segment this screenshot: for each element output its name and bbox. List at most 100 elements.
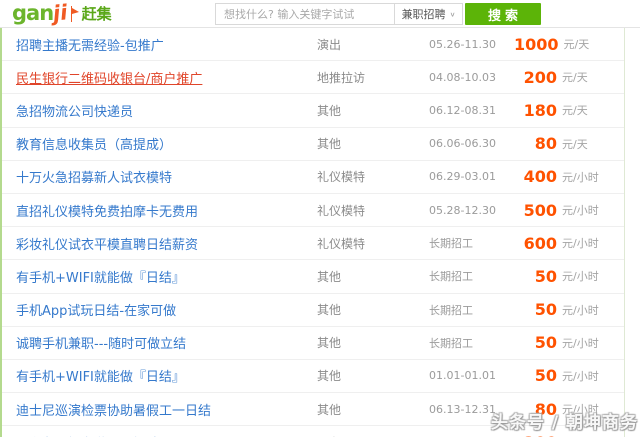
job-title-link[interactable]: 招聘主播无需经验-包推广: [16, 39, 164, 54]
job-price-cell: 400 元/小时: [514, 167, 624, 186]
job-price-cell: 500 元/小时: [514, 201, 624, 220]
job-date-range: 04.08-10.03: [429, 70, 496, 84]
job-row: 急招物流公司快递员 其他 06.12-08.31 180 元/天: [2, 94, 624, 128]
job-title-link[interactable]: 教育信息收集员（高提成）: [16, 138, 172, 153]
search-category-label: 兼职招聘: [401, 8, 446, 21]
search-category-dropdown[interactable]: 兼职招聘 ∨: [394, 4, 462, 24]
job-price-value: 180: [523, 100, 557, 120]
job-category: 地推拉访: [317, 70, 366, 85]
job-price-cell: 600 元/小时: [514, 234, 624, 253]
job-price-unit: 元/天: [563, 38, 590, 52]
job-price-unit: 元/小时: [562, 369, 599, 383]
job-price-unit: 元/小时: [562, 270, 599, 284]
job-price-cell: 180 元/天: [514, 101, 624, 120]
job-row: 有手机+WIFI就能做『日结』 其他 长期招工 50 元/小时: [2, 260, 624, 294]
job-price-cell: 50 元/小时: [514, 333, 624, 352]
job-title-link[interactable]: 迪士尼巡演检票协助暑假工一日结: [16, 404, 211, 419]
job-price-value: 80: [534, 399, 557, 419]
job-table: 招聘主播无需经验-包推广 演出 05.26-11.30 1000 元/天 民生银…: [0, 28, 625, 437]
job-title-cell: 手机App试玩日结-在家可做: [2, 300, 317, 319]
job-category: 其他: [317, 369, 342, 384]
job-price-value: 50: [534, 300, 557, 320]
job-price-value: 50: [534, 366, 557, 386]
job-date-range: 长期招工: [429, 336, 473, 350]
job-date-range: 06.06-06.30: [429, 137, 496, 151]
job-category: 其他: [317, 103, 342, 118]
job-price-cell: 50 元/小时: [514, 267, 624, 286]
job-category: 其他: [317, 269, 342, 284]
job-price-unit: 元/小时: [562, 303, 599, 317]
job-title-cell: 上海各区知名游乐场招聘汇: [2, 433, 317, 437]
job-price-value: 500: [523, 200, 557, 220]
job-date-range: 长期招工: [429, 270, 473, 284]
job-title-cell: 彩妆礼仪试衣平模直聘日结薪资: [2, 234, 317, 253]
job-category: 演出: [317, 37, 342, 52]
logo-text-gan: gan: [12, 1, 54, 25]
job-row: 迪士尼巡演检票协助暑假工一日结 其他 06.13-12.31 80 元/小时: [2, 393, 624, 427]
job-title-cell: 急招物流公司快递员: [2, 101, 317, 120]
job-price-unit: 元/天: [562, 104, 588, 118]
search-box: 兼职招聘 ∨: [215, 3, 463, 25]
job-title-cell: 教育信息收集员（高提成）: [2, 134, 317, 153]
job-price-cell: 1000 元/天: [514, 35, 626, 54]
flag-icon: [70, 6, 79, 22]
job-title-link[interactable]: 民生银行二维码收银台/商户推广: [16, 72, 202, 87]
job-category: 其他: [317, 336, 342, 351]
job-date-range: 长期招工: [429, 237, 473, 251]
job-title-link[interactable]: 有手机+WIFI就能做『日结』: [16, 370, 185, 385]
job-price-cell: 50 元/小时: [514, 300, 624, 319]
job-title-cell: 迪士尼巡演检票协助暑假工一日结: [2, 400, 317, 419]
job-date-range: 06.13-12.31: [429, 402, 496, 416]
logo-text-ji: ji: [51, 0, 69, 26]
ganji-logo[interactable]: gan ji 赶集: [0, 0, 112, 26]
job-row: 彩妆礼仪试衣平模直聘日结薪资 礼仪模特 长期招工 600 元/小时: [2, 227, 624, 261]
search-button[interactable]: 搜索: [465, 3, 541, 25]
job-price-unit: 元/小时: [562, 336, 599, 350]
search-input[interactable]: [216, 4, 394, 24]
job-category: 其他: [317, 402, 342, 417]
job-price-value: 1000: [514, 34, 559, 54]
job-title-cell: 有手机+WIFI就能做『日结』: [2, 267, 317, 286]
job-row: 有手机+WIFI就能做『日结』 其他 01.01-01.01 50 元/小时: [2, 360, 624, 394]
job-title-cell: 十万火急招募新人试衣模特: [2, 167, 317, 186]
job-price-unit: 元/小时: [562, 204, 599, 218]
job-price-value: 80: [534, 134, 557, 154]
job-date-range: 05.28-12.30: [429, 203, 496, 217]
job-title-link[interactable]: 急招物流公司快递员: [16, 105, 133, 120]
job-title-cell: 诚聘手机兼职---随时可做立结: [2, 333, 317, 352]
job-row: 招聘主播无需经验-包推广 演出 05.26-11.30 1000 元/天: [2, 28, 626, 62]
job-price-cell: 50 元/小时: [514, 366, 624, 385]
job-row: 民生银行二维码收银台/商户推广 地推拉访 04.08-10.03 200 元/天: [2, 61, 624, 95]
job-price-cell: 80 元/天: [514, 134, 624, 153]
job-row: 手机App试玩日结-在家可做 其他 长期招工 50 元/小时: [2, 294, 624, 327]
logo-text-chinese: 赶集: [81, 5, 112, 23]
job-date-range: 01.01-01.01: [429, 369, 496, 383]
job-date-range: 05.26-11.30: [429, 37, 496, 51]
job-title-link[interactable]: 直招礼仪模特免费拍摩卡无费用: [16, 205, 198, 220]
site-header: gan ji 赶集 兼职招聘 ∨ 搜索: [0, 0, 640, 28]
job-price-unit: 元/天: [562, 71, 588, 85]
job-category: 其他: [317, 303, 342, 318]
job-row: 诚聘手机兼职---随时可做立结 其他 长期招工 50 元/小时: [2, 327, 624, 360]
job-title-link[interactable]: 手机App试玩日结-在家可做: [16, 304, 176, 319]
job-row: 十万火急招募新人试衣模特 礼仪模特 06.29-03.01 400 元/小时: [2, 161, 624, 194]
job-price-unit: 元/小时: [562, 237, 599, 251]
job-row: 上海各区知名游乐场招聘汇 服务员 06.05-08.31 200 元/天: [2, 426, 624, 437]
chevron-down-icon: ∨: [449, 10, 456, 18]
job-title-link[interactable]: 有手机+WIFI就能做『日结』: [16, 271, 185, 286]
job-row: 直招礼仪模特免费拍摩卡无费用 礼仪模特 05.28-12.30 500 元/小时: [2, 194, 624, 228]
job-title-link[interactable]: 十万火急招募新人试衣模特: [16, 171, 172, 186]
job-price-unit: 元/小时: [562, 170, 599, 184]
job-price-cell: 80 元/小时: [514, 400, 624, 419]
job-title-link[interactable]: 彩妆礼仪试衣平模直聘日结薪资: [16, 238, 198, 253]
job-category: 礼仪模特: [317, 203, 366, 218]
job-title-cell: 民生银行二维码收银台/商户推广: [2, 68, 317, 87]
job-price-value: 50: [534, 266, 557, 286]
job-price-cell: 200 元/天: [514, 68, 624, 87]
job-date-range: 长期招工: [429, 303, 473, 317]
job-price-value: 200: [524, 433, 557, 437]
job-category: 其他: [317, 137, 342, 152]
job-date-range: 06.29-03.01: [429, 170, 496, 184]
job-title-link[interactable]: 诚聘手机兼职---随时可做立结: [16, 337, 186, 352]
job-date-range: 06.12-08.31: [429, 103, 496, 117]
